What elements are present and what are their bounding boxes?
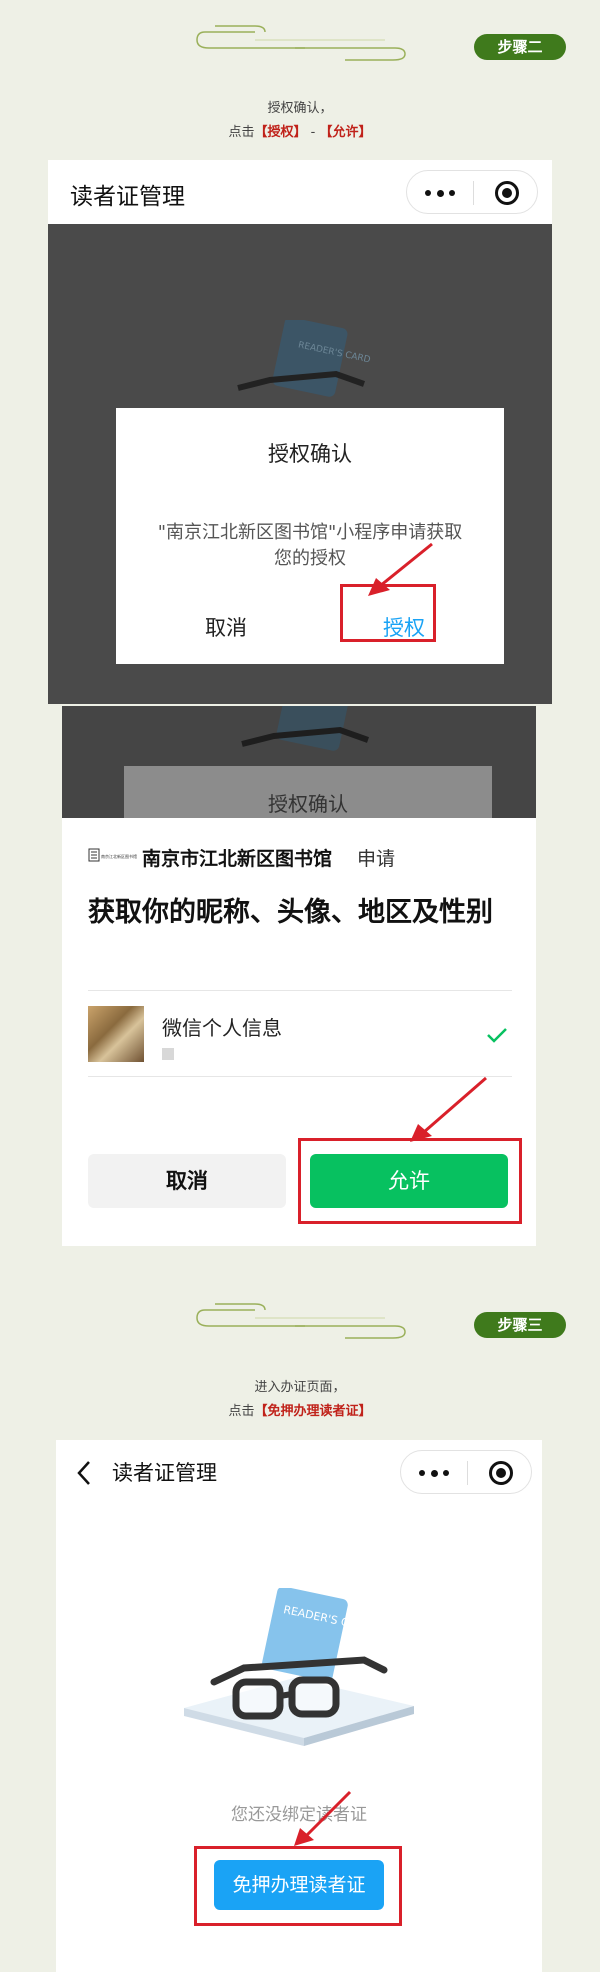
step3-badge: 步骤三 <box>474 1312 566 1338</box>
screen1-titlebar: 读者证管理 <box>48 160 552 224</box>
step3-decoration <box>196 1303 406 1339</box>
behind-dialog-title: 授权确认 <box>268 792 348 816</box>
annotation-arrow-authorize <box>368 542 433 596</box>
step3-instruction-line1: 进入办证页面， <box>254 1380 346 1395</box>
target-circle-icon[interactable] <box>495 181 519 205</box>
screen1-overlay: READER'S CARD 授权确认 "南京江北新区图书馆"小程序申请获取 您的… <box>48 224 552 704</box>
step2-instruction-line2: 点击【授权】 - 【允许】 <box>228 125 372 140</box>
screen3-titlebar: 读者证管理 <box>56 1440 542 1504</box>
capsule-divider <box>473 181 474 205</box>
nickname-placeholder <box>162 1048 174 1060</box>
library-logo: 南京江北新区图书馆 <box>88 848 137 866</box>
library-name: 南京市江北新区图书馆 <box>142 848 333 870</box>
mini-program-capsule <box>400 1450 532 1494</box>
dialog-title: 授权确认 <box>268 442 352 466</box>
mini-program-capsule <box>406 170 538 214</box>
dialog-message-line2: 您的授权 <box>274 548 346 569</box>
dialog-message-line1: "南京江北新区图书馆"小程序申请获取 <box>157 522 463 543</box>
glasses-card-illustration: READER'S CARD <box>237 320 371 397</box>
apply-label: 申请 <box>357 848 396 870</box>
page-title: 读者证管理 <box>70 184 185 210</box>
page-title: 读者证管理 <box>112 1461 217 1485</box>
annotation-box-apply <box>194 1846 402 1926</box>
cancel-button[interactable]: 取消 <box>88 1154 286 1208</box>
step3-instruction-line2: 点击【免押办理读者证】 <box>228 1404 372 1419</box>
step2-decoration <box>196 25 406 61</box>
check-icon[interactable] <box>486 1026 508 1044</box>
avatar <box>88 1006 144 1062</box>
step2-badge: 步骤二 <box>474 34 566 60</box>
library-logo-text: 南京江北新区图书馆 <box>101 854 137 859</box>
annotation-arrow-allow <box>410 1076 487 1142</box>
annotation-box-allow <box>298 1138 522 1224</box>
reader-card-illustration: READER'S CARD <box>184 1588 414 1746</box>
more-dots-icon[interactable] <box>425 189 455 197</box>
more-dots-icon[interactable] <box>419 1469 449 1477</box>
dialog-cancel-button[interactable]: 取消 <box>156 612 296 642</box>
step2-instruction-line1: 授权确认， <box>267 101 333 116</box>
divider-top <box>88 990 512 991</box>
capsule-divider <box>467 1461 468 1485</box>
back-arrow-icon[interactable] <box>76 1460 92 1486</box>
auth-dialog: 授权确认 "南京江北新区图书馆"小程序申请获取 您的授权 取消 授权 <box>116 408 504 664</box>
wechat-info-label: 微信个人信息 <box>162 1016 282 1040</box>
authorization-sheet: 南京江北新区图书馆 南京市江北新区图书馆 申请 获取你的昵称、头像、地区及性别 … <box>62 818 536 1246</box>
target-circle-icon[interactable] <box>489 1461 513 1485</box>
screen3-phone: 读者证管理 READER'S CARD 您还没绑定读者证 免押办理读者证 <box>56 1440 542 1972</box>
screen2-overlay-top: 授权确认 <box>62 706 536 818</box>
permission-headline: 获取你的昵称、头像、地区及性别 <box>88 897 493 928</box>
screen2-phone: 授权确认 南京江北新区图书馆 南京市江北新区图书馆 申请 获取你的昵称、头像、地… <box>62 706 536 1246</box>
annotation-arrow-apply <box>294 1790 352 1846</box>
screen1-phone: 读者证管理 READER'S CARD 授权确认 "南京江北新区图书馆"小程序申… <box>48 160 552 704</box>
behind-dialog: 授权确认 <box>124 766 492 818</box>
